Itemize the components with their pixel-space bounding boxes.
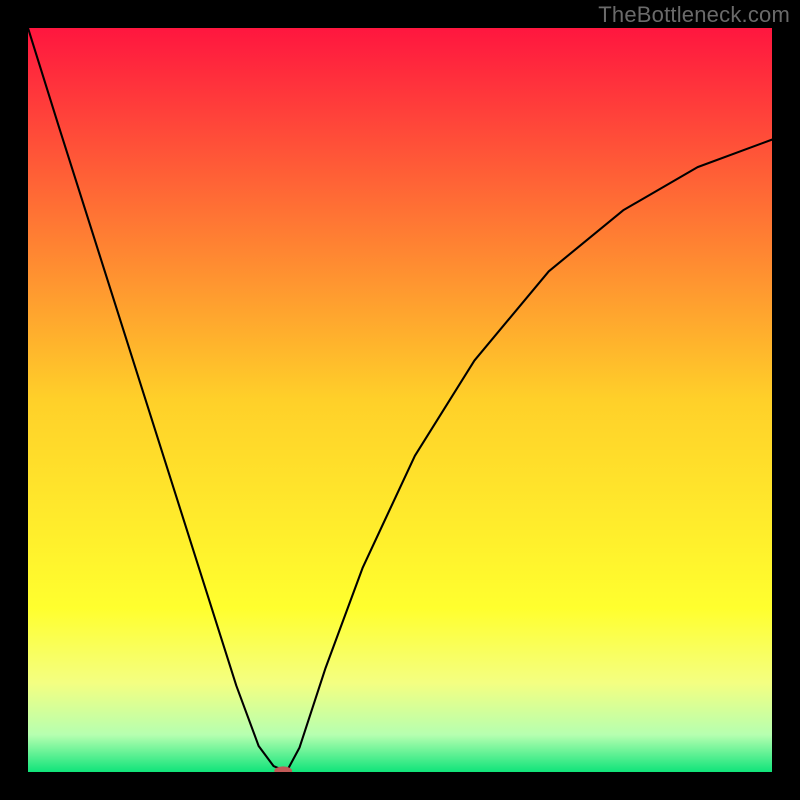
gradient-background (28, 28, 772, 772)
bottleneck-chart (28, 28, 772, 772)
chart-frame: TheBottleneck.com (0, 0, 800, 800)
watermark-text: TheBottleneck.com (598, 2, 790, 28)
